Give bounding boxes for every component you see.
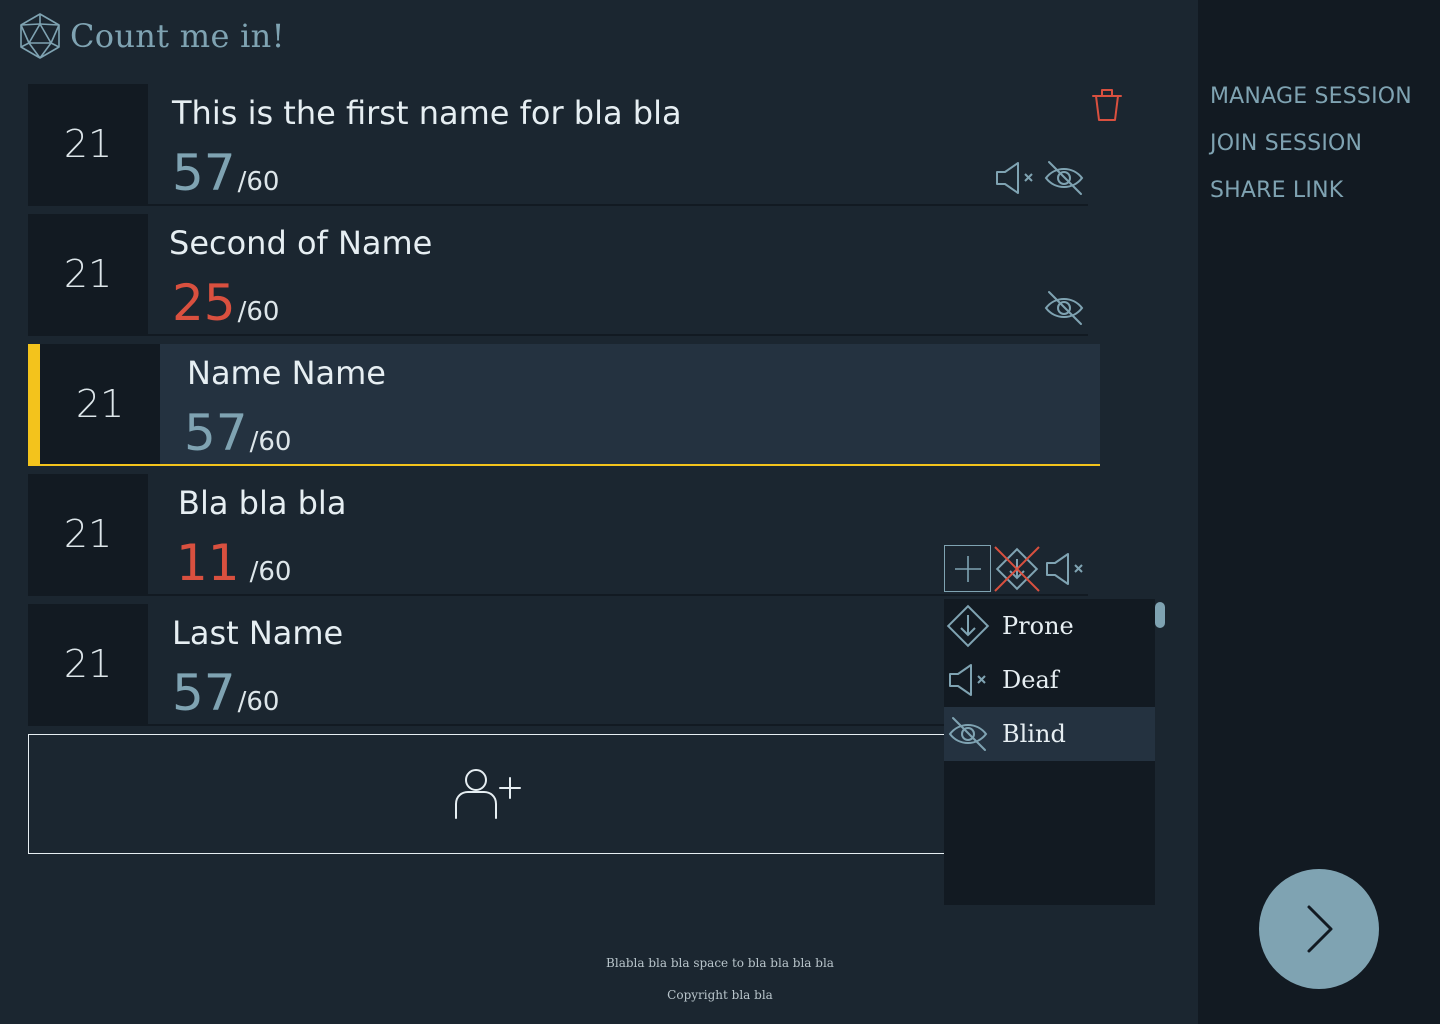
hp-max: /60 [237, 167, 280, 197]
trash-icon [1092, 89, 1122, 121]
blind-icon [1044, 161, 1084, 195]
app-title: Count me in! [70, 17, 285, 55]
add-combatant-button[interactable] [28, 734, 944, 854]
initiative-value: 21 [40, 344, 160, 464]
combatant-name: Last Name [172, 614, 344, 652]
condition-option-blind[interactable]: Blind [944, 707, 1155, 761]
hp-max: /60 [237, 687, 280, 717]
hp-current: 57 [172, 144, 236, 202]
deaf-condition-button[interactable] [994, 160, 1036, 196]
initiative-value: 21 [28, 604, 148, 724]
prone-icon [944, 603, 992, 649]
delete-button[interactable] [1088, 84, 1126, 124]
session-nav: MANAGE SESSION JOIN SESSION SHARE LINK [1210, 84, 1412, 225]
deaf-icon [1046, 553, 1083, 585]
dropdown-scrollbar[interactable] [1155, 602, 1165, 628]
initiative-value: 21 [28, 474, 148, 594]
hit-points[interactable]: 57 /60 [172, 664, 279, 722]
chevron-right-icon [1307, 905, 1333, 953]
blind-icon [944, 714, 992, 754]
deaf-icon [944, 663, 992, 697]
prone-condition-button-disabled[interactable] [993, 545, 1041, 593]
hp-current: 11 [176, 534, 240, 592]
combatant-name: This is the first name for bla bla [172, 94, 682, 132]
next-turn-button[interactable] [1259, 869, 1379, 989]
combatant-name: Second of Name [169, 224, 433, 262]
footer-copyright: Copyright bla bla [667, 988, 773, 1002]
add-condition-button[interactable] [944, 545, 991, 592]
combatant-row[interactable]: 21 Last Name 57 /60 [28, 604, 1088, 726]
blind-icon [1044, 291, 1084, 325]
join-session-link[interactable]: JOIN SESSION [1210, 131, 1412, 156]
hp-current: 57 [172, 664, 236, 722]
combatant-row[interactable]: 21 This is the first name for bla bla 57… [28, 84, 1122, 206]
deaf-condition-button[interactable] [1043, 545, 1087, 593]
add-user-icon [454, 769, 521, 819]
initiative-value: 21 [28, 214, 148, 334]
hp-current: 25 [172, 274, 236, 332]
active-turn-marker [28, 344, 40, 464]
condition-label: Blind [1002, 720, 1066, 748]
combatant-name: Bla bla bla [178, 484, 347, 522]
combatant-name: Name Name [187, 354, 386, 392]
blind-condition-button[interactable] [1042, 158, 1086, 198]
combatant-row[interactable]: 21 Bla bla bla 11 /60 [28, 474, 1088, 596]
share-link-link[interactable]: SHARE LINK [1210, 178, 1412, 203]
main-area: Count me in! 21 This is the first name f… [0, 0, 1198, 1024]
blind-condition-button[interactable] [1042, 288, 1086, 328]
prone-crossed-icon [994, 546, 1040, 592]
hp-current: 57 [184, 404, 248, 462]
condition-label: Prone [1002, 612, 1074, 640]
condition-toolbar [944, 545, 1087, 593]
conditions-dropdown[interactable]: Prone Deaf Blind [944, 599, 1165, 905]
hit-points[interactable]: 57 /60 [184, 404, 291, 462]
plus-icon [954, 555, 981, 582]
footer-tagline: Blabla bla bla space to bla bla bla bla [606, 956, 834, 970]
manage-session-link[interactable]: MANAGE SESSION [1210, 84, 1412, 109]
hit-points[interactable]: 11 /60 [176, 534, 291, 592]
brand: Count me in! [18, 12, 285, 60]
d20-logo-icon [20, 13, 60, 59]
condition-option-prone[interactable]: Prone [944, 599, 1155, 653]
combatant-row[interactable]: 21 Second of Name 25 /60 [28, 214, 1088, 336]
hit-points[interactable]: 57 /60 [172, 144, 279, 202]
deaf-icon [996, 162, 1033, 194]
hp-max: /60 [237, 297, 280, 327]
hp-max: /60 [249, 427, 292, 457]
condition-option-deaf[interactable]: Deaf [944, 653, 1155, 707]
combatant-row-active[interactable]: 21 Name Name 57 /60 [28, 344, 1100, 466]
hp-max: /60 [249, 557, 292, 587]
condition-label: Deaf [1002, 666, 1059, 694]
hit-points[interactable]: 25 /60 [172, 274, 279, 332]
initiative-value: 21 [28, 84, 148, 204]
